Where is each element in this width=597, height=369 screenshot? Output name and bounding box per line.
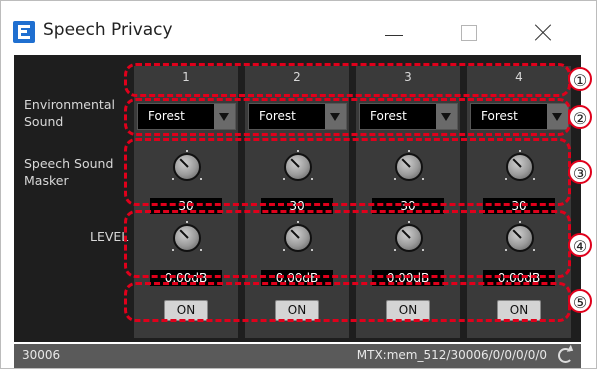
callout-number: ① <box>568 67 592 91</box>
callout-frame-1 <box>124 63 571 97</box>
callout-number: ⑤ <box>568 289 592 313</box>
callout-frame-4 <box>124 210 571 278</box>
title-bar: Speech Privacy <box>1 1 596 55</box>
speech-masker-label: Speech Sound Masker <box>24 156 114 188</box>
maximize-button[interactable] <box>446 15 492 49</box>
callout-number: ④ <box>568 233 592 257</box>
window-title: Speech Privacy <box>43 20 173 40</box>
environmental-sound-label: Environmental Sound <box>24 97 115 129</box>
status-id: 30006 <box>22 348 61 362</box>
callout-frame-5 <box>124 282 571 322</box>
callout-number: ② <box>568 105 592 129</box>
callout-number: ③ <box>568 160 592 184</box>
callout-frame-3 <box>124 138 571 206</box>
callout-frame-2 <box>124 98 571 136</box>
refresh-icon[interactable] <box>558 348 573 363</box>
status-path: MTX:mem_512/30006/0/0/0/0/0 <box>356 348 547 362</box>
status-bar: 30006 MTX:mem_512/30006/0/0/0/0/0 <box>14 344 581 368</box>
minimize-button[interactable] <box>371 15 417 49</box>
app-logo-icon <box>13 21 35 43</box>
close-button[interactable] <box>521 15 567 49</box>
level-label: LEVEL <box>90 229 129 244</box>
